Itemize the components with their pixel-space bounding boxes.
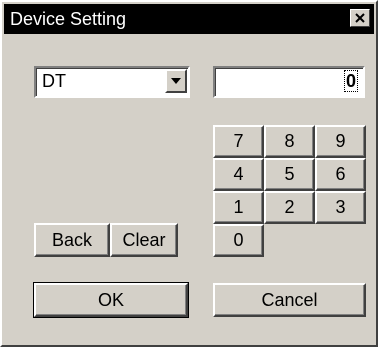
- device-select-value: DT: [42, 71, 66, 91]
- device-select-dropdown-button[interactable]: [165, 69, 187, 93]
- close-icon: [355, 13, 365, 23]
- key-9-button[interactable]: 9: [315, 125, 366, 158]
- key-5-button[interactable]: 5: [264, 158, 315, 191]
- value-display-field[interactable]: 0: [213, 66, 365, 98]
- key-7-button[interactable]: 7: [213, 125, 264, 158]
- close-button[interactable]: [350, 9, 370, 27]
- device-setting-dialog: Device Setting DT 0 7 8 9 4 5 6 1 2 3 0 …: [0, 0, 378, 347]
- key-4-button[interactable]: 4: [213, 158, 264, 191]
- key-0-button[interactable]: 0: [213, 224, 264, 257]
- title-bar: Device Setting: [4, 4, 374, 34]
- clear-button[interactable]: Clear: [110, 223, 178, 257]
- key-6-button[interactable]: 6: [315, 158, 366, 191]
- value-display-text: 0: [343, 70, 359, 92]
- dialog-title: Device Setting: [10, 9, 127, 29]
- ok-button[interactable]: OK: [33, 282, 189, 318]
- device-select[interactable]: DT: [34, 66, 190, 98]
- key-1-button[interactable]: 1: [213, 191, 264, 224]
- key-3-button[interactable]: 3: [315, 191, 366, 224]
- cancel-button[interactable]: Cancel: [213, 283, 366, 317]
- key-8-button[interactable]: 8: [264, 125, 315, 158]
- key-2-button[interactable]: 2: [264, 191, 315, 224]
- chevron-down-icon: [171, 78, 181, 84]
- back-button[interactable]: Back: [34, 223, 110, 257]
